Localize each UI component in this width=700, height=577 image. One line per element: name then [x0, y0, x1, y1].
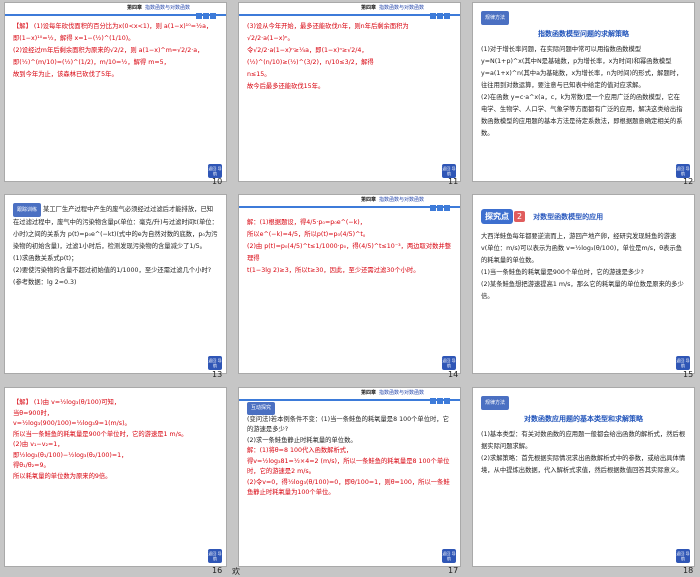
- slide-thumbnail-17[interactable]: 第四章 指数函数与对数函数 互动探究 (变问法)若本例条件不变：(1)当一条鲑鱼的…: [238, 387, 461, 567]
- nav-buttons: [429, 389, 457, 404]
- slide-content: 【解】 (1)设每年砍伐面积的百分比为x(0<x<1)，则 a(1−x)¹⁰=½…: [13, 23, 213, 78]
- slide-content: 规律方法 指数函数模型问题的求解策略 (1)对于增长率问题，在实际问题中常可以用…: [481, 11, 686, 140]
- back-nav-button[interactable]: 返回 导航: [676, 549, 690, 563]
- slide-thumbnail-18[interactable]: 规律方法 对数函数应用题的基本类型和求解策略 (1)基本类型：有关对数函数的应用…: [472, 387, 695, 567]
- slide-thumbnail-13[interactable]: 跟踪训练 某工厂生产过程中产生的废气必须经过过滤后才能排放，已知在过滤过程中，废气…: [4, 194, 227, 374]
- slide-thumbnail-11[interactable]: 第四章 指数函数与对数函数 (3)设从今年开始，最多还能砍伐n年，则n年后剩余面积…: [238, 2, 461, 182]
- back-nav-button[interactable]: 返回 导航: [442, 549, 456, 563]
- slide-header-title: 第四章 指数函数与对数函数: [360, 390, 424, 396]
- slide-number: 11: [448, 177, 459, 186]
- slide-thumbnail-12[interactable]: 规律方法 指数函数模型问题的求解策略 (1)对于增长率问题，在实际问题中常可以用…: [472, 2, 695, 182]
- back-nav-button[interactable]: 返回 导航: [442, 356, 456, 370]
- slide-content: (3)设从今年开始，最多还能砍伐n年，则n年后剩余面积为√2/2·a(1−x)ⁿ…: [247, 23, 409, 90]
- slide-content: 跟踪训练 某工厂生产过程中产生的废气必须经过过滤后才能排放，已知在过滤过程中，废气…: [13, 203, 218, 289]
- slide-content: 【解】 (1)由 v=½log₃(θ/100)可知， 当θ=900时， v=½log…: [13, 399, 188, 480]
- slide-thumbnail-10[interactable]: 第四章 指数函数与对数函数 【解】 (1)设每年砍伐面积的百分比为x(0<x<1)…: [4, 2, 227, 182]
- back-nav-button[interactable]: 返回 导航: [442, 164, 456, 178]
- slide-heading: 对数函数应用题的基本类型和求解策略: [524, 415, 643, 423]
- slide-number: 14: [448, 370, 459, 379]
- slide-number: 10: [212, 177, 223, 186]
- slide-number: 15: [683, 370, 694, 379]
- slide-content: 互动探究 (变问法)若本例条件不变：(1)当一条鲑鱼的耗氧量是8 100个单位时…: [247, 402, 452, 499]
- slide-thumbnail-15[interactable]: 探究点 2 对数型函数模型的应用 大西洋鲑鱼每年都要逆流而上，游回产地产卵，经研…: [472, 194, 695, 374]
- section-label: 规律方法: [481, 396, 510, 410]
- back-nav-button[interactable]: 返回 导航: [208, 356, 222, 370]
- slide-number: 13: [212, 370, 223, 379]
- slide-number: 18: [683, 566, 694, 575]
- slide-content: 规律方法 对数函数应用题的基本类型和求解策略 (1)基本类型：有关对数函数的应用…: [481, 396, 686, 477]
- back-nav-button[interactable]: 返回 导航: [676, 164, 690, 178]
- nav-buttons: [429, 4, 457, 19]
- nav-buttons: [195, 4, 223, 19]
- slide-thumbnail-14[interactable]: 第四章 指数函数与对数函数 解：(1)根据题设，得4/5·p₀=p₀e^(−k)，…: [238, 194, 461, 374]
- slide-number: 17: [448, 566, 459, 575]
- slide-header-title: 第四章 指数函数与对数函数: [360, 197, 424, 203]
- back-nav-button[interactable]: 返回 导航: [208, 164, 222, 178]
- slide-header-bar: 第四章 指数函数与对数函数: [5, 3, 226, 19]
- slide-header-title: 第四章 指数函数与对数函数: [360, 5, 424, 11]
- footer-text: 欢: [232, 567, 240, 576]
- slide-number: 12: [683, 177, 694, 186]
- slide-header-title: 第四章 指数函数与对数函数: [126, 5, 190, 11]
- explore-point-header: 探究点 2 对数型函数模型的应用: [481, 209, 603, 224]
- slide-thumbnail-16[interactable]: 【解】 (1)由 v=½log₃(θ/100)可知， 当θ=900时， v=½log…: [4, 387, 227, 567]
- section-label: 跟踪训练: [13, 203, 42, 217]
- slide-header-bar: 第四章 指数函数与对数函数: [239, 388, 460, 404]
- explore-badge: 探究点: [481, 209, 513, 224]
- slide-content: 大西洋鲑鱼每年都要逆流而上，游回产地产卵，经研究发现鲑鱼的游速v(单位：m/s)…: [481, 233, 684, 300]
- nav-buttons: [429, 196, 457, 211]
- slide-heading: 指数函数模型问题的求解策略: [538, 30, 629, 38]
- slide-header-bar: 第四章 指数函数与对数函数: [239, 195, 460, 211]
- slide-number: 16: [212, 566, 223, 575]
- slide-content: 解：(1)根据题设，得4/5·p₀=p₀e^(−k)， 所以e^(−k)=4/5，…: [247, 219, 452, 274]
- back-nav-button[interactable]: 返回 导航: [676, 356, 690, 370]
- back-nav-button[interactable]: 返回 导航: [208, 549, 222, 563]
- explore-number: 2: [514, 211, 526, 222]
- section-label: 互动探究: [247, 402, 276, 415]
- explore-title: 对数型函数模型的应用: [533, 212, 604, 221]
- section-label: 规律方法: [481, 11, 510, 25]
- slide-header-bar: 第四章 指数函数与对数函数: [239, 3, 460, 19]
